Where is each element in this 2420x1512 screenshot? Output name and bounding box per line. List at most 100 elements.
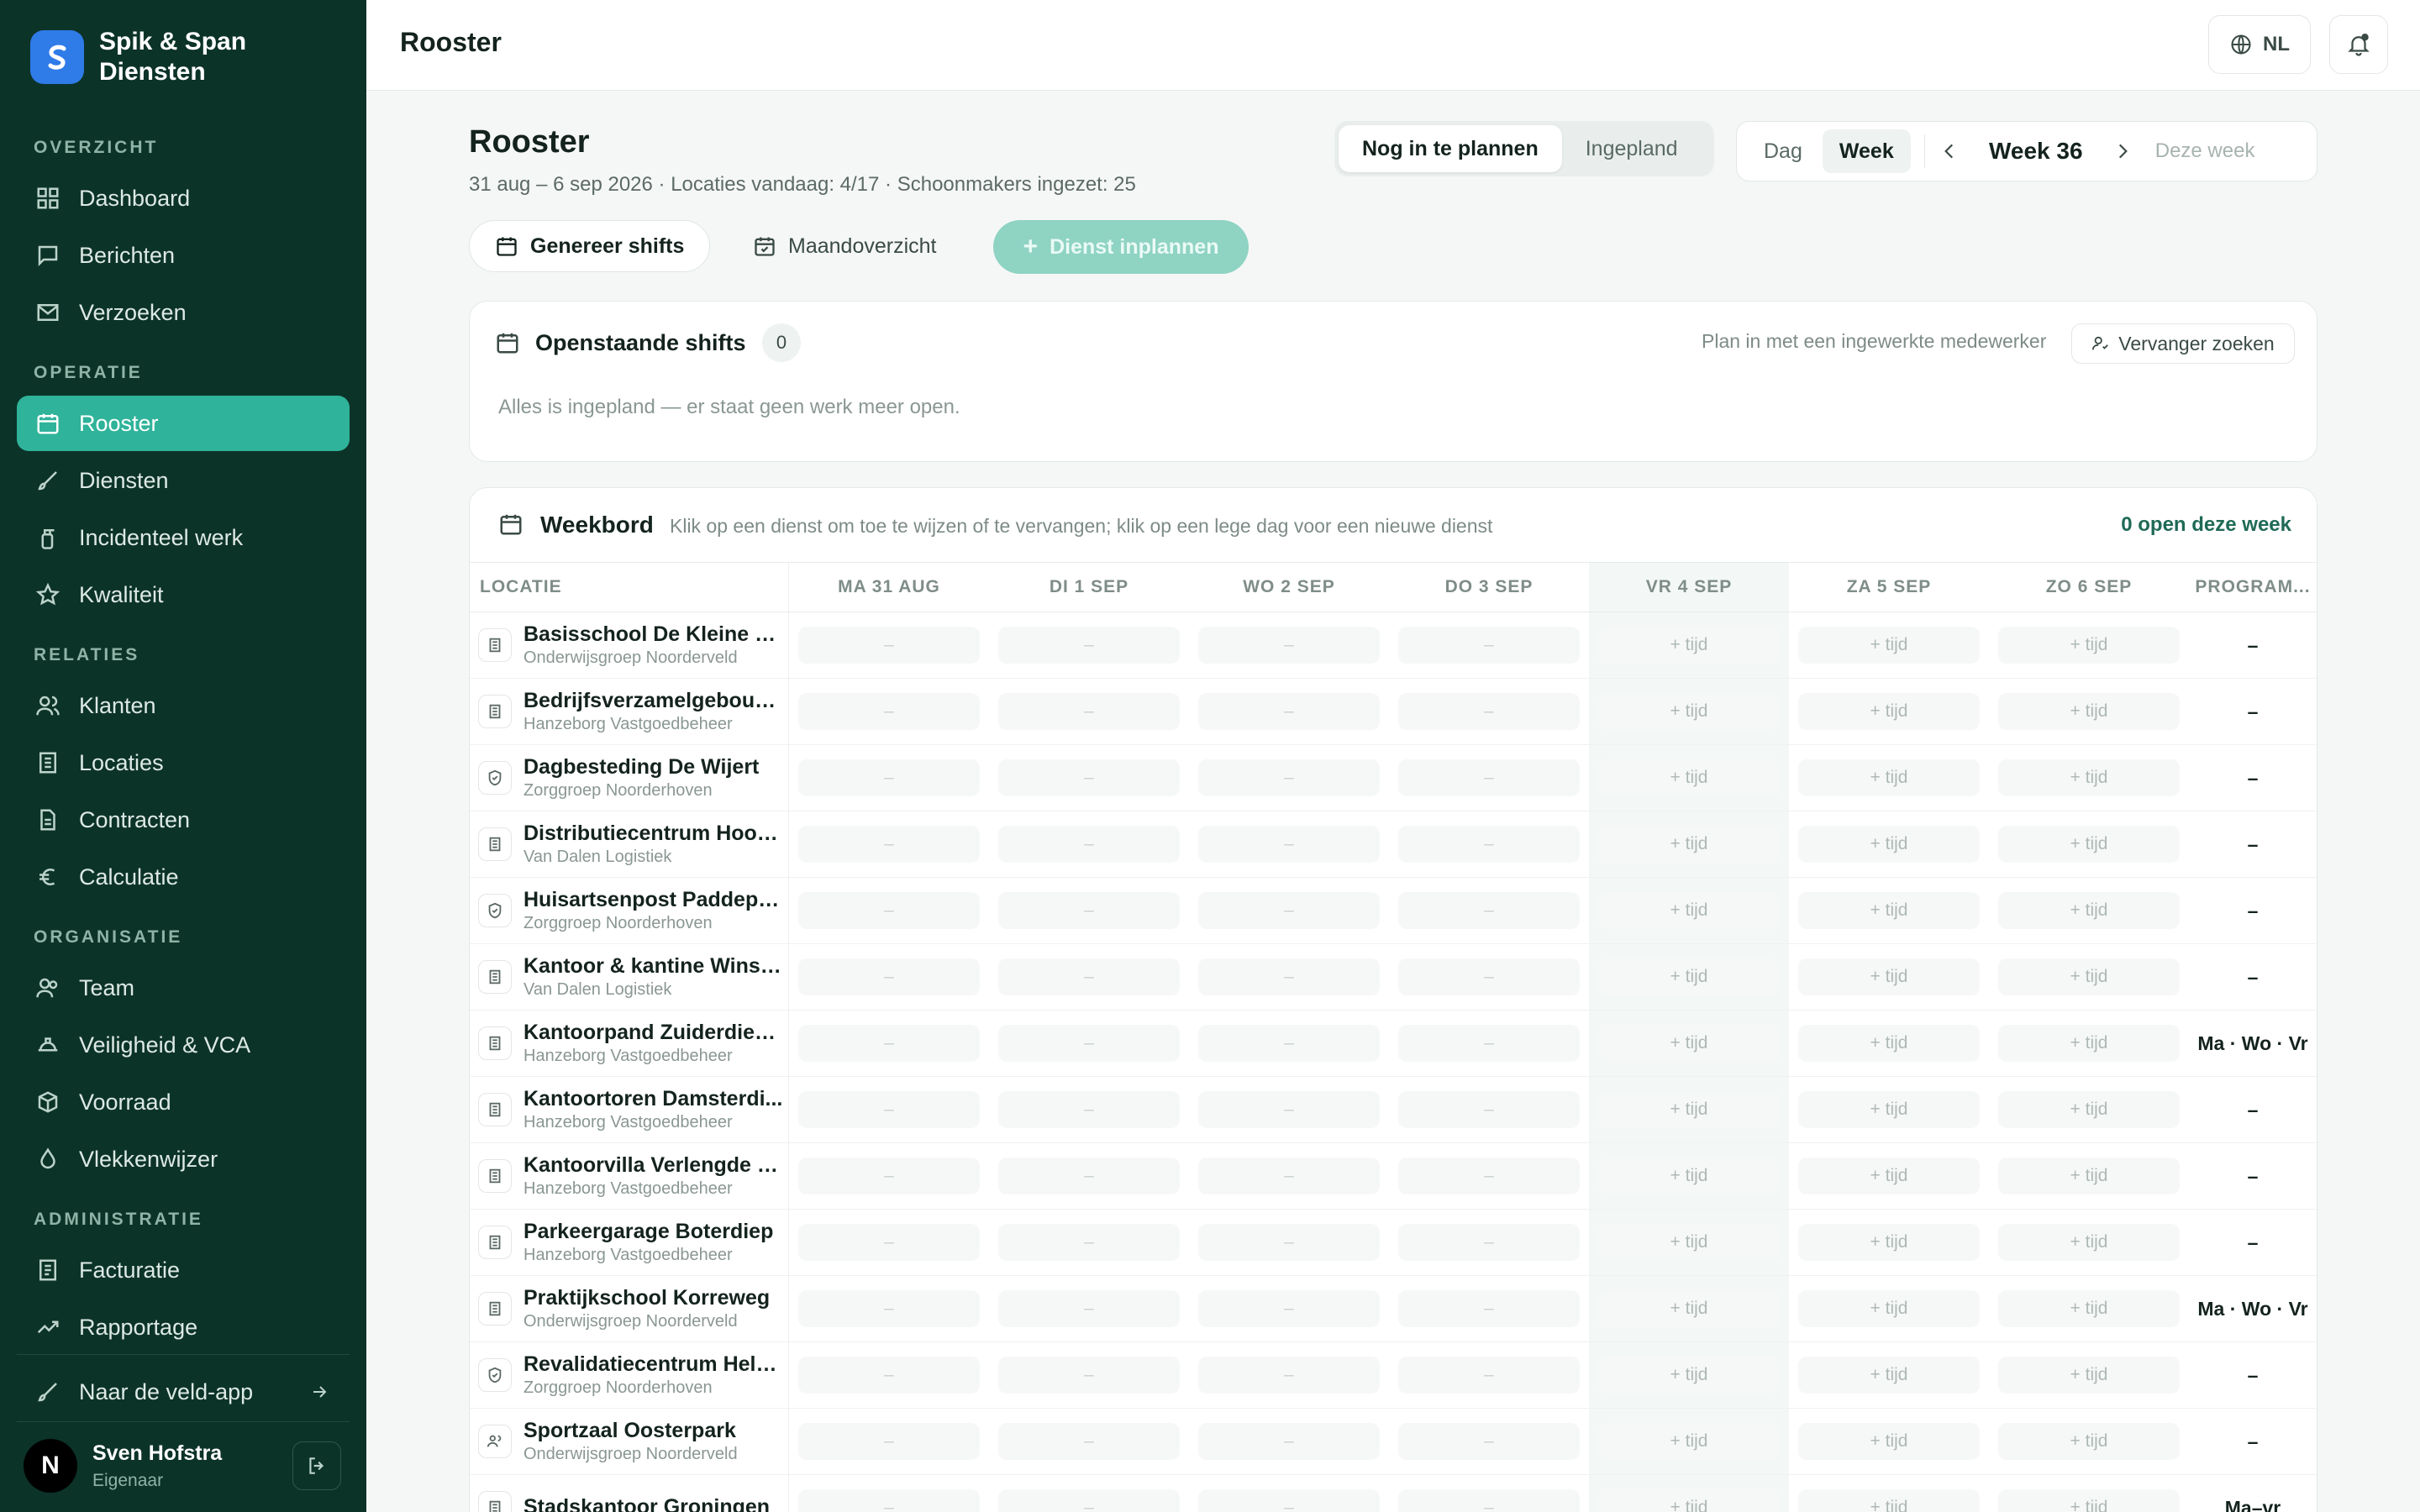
add-time-button[interactable]: + tijd bbox=[1998, 892, 2180, 929]
location-cell[interactable]: Praktijkschool Korreweg Onderwijsgroep No… bbox=[470, 1276, 789, 1341]
add-time-button[interactable]: + tijd bbox=[1798, 1158, 1980, 1194]
day-cell[interactable]: – bbox=[1189, 1342, 1389, 1408]
location-cell[interactable]: Kantoortoren Damsterdi... Hanzeborg Vastg… bbox=[470, 1077, 789, 1142]
chevron-left-icon[interactable] bbox=[1939, 140, 1960, 162]
day-cell[interactable]: – bbox=[1389, 878, 1589, 943]
day-cell[interactable]: – bbox=[989, 1210, 1189, 1275]
generate-shifts-button[interactable]: Genereer shifts bbox=[469, 220, 711, 272]
day-cell[interactable]: + tijd bbox=[1989, 1342, 2189, 1408]
view-day-button[interactable]: Dag bbox=[1744, 129, 1823, 173]
add-time-button[interactable]: + tijd bbox=[1598, 1224, 1780, 1261]
add-time-button[interactable]: + tijd bbox=[1598, 892, 1780, 929]
add-time-button[interactable]: + tijd bbox=[1998, 1158, 2180, 1194]
day-cell[interactable]: – bbox=[989, 1011, 1189, 1076]
add-time-button[interactable]: + tijd bbox=[1598, 1357, 1780, 1394]
day-cell[interactable]: + tijd bbox=[1589, 1210, 1789, 1275]
view-week-button[interactable]: Week bbox=[1822, 129, 1911, 173]
sidebar-item-incidenteel-werk[interactable]: Incidenteel werk bbox=[17, 510, 350, 565]
brand[interactable]: Spik & Span Diensten bbox=[30, 27, 246, 87]
add-time-button[interactable]: + tijd bbox=[1798, 1489, 1980, 1512]
tab-nog-in-te-plannen[interactable]: Nog in te plannen bbox=[1339, 125, 1562, 172]
day-cell[interactable]: – bbox=[1189, 745, 1389, 811]
day-cell[interactable]: – bbox=[789, 1210, 989, 1275]
day-cell[interactable]: + tijd bbox=[1989, 944, 2189, 1010]
day-cell[interactable]: – bbox=[1389, 1077, 1589, 1142]
day-cell[interactable]: – bbox=[789, 1276, 989, 1341]
day-cell[interactable]: + tijd bbox=[1589, 944, 1789, 1010]
add-time-button[interactable]: + tijd bbox=[1998, 627, 2180, 664]
add-time-button[interactable]: + tijd bbox=[1798, 759, 1980, 796]
day-cell[interactable]: – bbox=[989, 1143, 1189, 1209]
day-cell[interactable]: + tijd bbox=[1589, 1143, 1789, 1209]
day-cell[interactable]: – bbox=[1389, 612, 1589, 678]
day-cell[interactable]: + tijd bbox=[1789, 679, 1989, 744]
day-cell[interactable]: – bbox=[1189, 1011, 1389, 1076]
sidebar-item-dashboard[interactable]: Dashboard bbox=[17, 171, 350, 226]
add-time-button[interactable]: + tijd bbox=[1598, 1290, 1780, 1327]
day-cell[interactable]: + tijd bbox=[1989, 811, 2189, 877]
day-cell[interactable]: + tijd bbox=[1989, 1409, 2189, 1474]
day-cell[interactable]: + tijd bbox=[1989, 1143, 2189, 1209]
day-cell[interactable]: – bbox=[1389, 1276, 1589, 1341]
add-time-button[interactable]: + tijd bbox=[1798, 627, 1980, 664]
add-time-button[interactable]: + tijd bbox=[1798, 693, 1980, 730]
day-cell[interactable]: – bbox=[789, 1342, 989, 1408]
day-cell[interactable]: + tijd bbox=[1989, 1276, 2189, 1341]
day-cell[interactable]: + tijd bbox=[1589, 878, 1789, 943]
day-cell[interactable]: – bbox=[989, 1077, 1189, 1142]
day-cell[interactable]: – bbox=[1389, 1475, 1589, 1512]
sidebar-item-klanten[interactable]: Klanten bbox=[17, 678, 350, 733]
add-time-button[interactable]: + tijd bbox=[1998, 958, 2180, 995]
day-cell[interactable]: – bbox=[789, 944, 989, 1010]
add-time-button[interactable]: + tijd bbox=[1998, 826, 2180, 863]
day-cell[interactable]: – bbox=[989, 878, 1189, 943]
add-time-button[interactable]: + tijd bbox=[1998, 1489, 2180, 1512]
add-time-button[interactable]: + tijd bbox=[1798, 1290, 1980, 1327]
day-cell[interactable]: + tijd bbox=[1789, 1342, 1989, 1408]
day-cell[interactable]: – bbox=[789, 878, 989, 943]
day-cell[interactable]: – bbox=[789, 1077, 989, 1142]
sidebar-item-rooster[interactable]: Rooster bbox=[17, 396, 350, 451]
add-time-button[interactable]: + tijd bbox=[1998, 693, 2180, 730]
add-time-button[interactable]: + tijd bbox=[1998, 1290, 2180, 1327]
day-cell[interactable]: + tijd bbox=[1789, 1475, 1989, 1512]
day-cell[interactable]: – bbox=[789, 1409, 989, 1474]
day-cell[interactable]: – bbox=[989, 944, 1189, 1010]
day-cell[interactable]: – bbox=[1189, 1143, 1389, 1209]
add-time-button[interactable]: + tijd bbox=[1598, 693, 1780, 730]
day-cell[interactable]: + tijd bbox=[1989, 679, 2189, 744]
sidebar-item-kwaliteit[interactable]: Kwaliteit bbox=[17, 567, 350, 622]
day-cell[interactable]: – bbox=[989, 679, 1189, 744]
day-cell[interactable]: – bbox=[789, 1143, 989, 1209]
day-cell[interactable]: + tijd bbox=[1589, 811, 1789, 877]
add-time-button[interactable]: + tijd bbox=[1598, 1158, 1780, 1194]
day-cell[interactable]: + tijd bbox=[1989, 878, 2189, 943]
day-cell[interactable]: + tijd bbox=[1589, 1276, 1789, 1341]
add-time-button[interactable]: + tijd bbox=[1598, 759, 1780, 796]
sidebar-item-verzoeken[interactable]: Verzoeken bbox=[17, 285, 350, 340]
add-time-button[interactable]: + tijd bbox=[1598, 1025, 1780, 1062]
day-cell[interactable]: – bbox=[1189, 878, 1389, 943]
day-cell[interactable]: + tijd bbox=[1989, 1011, 2189, 1076]
day-cell[interactable]: – bbox=[789, 1475, 989, 1512]
add-time-button[interactable]: + tijd bbox=[1798, 958, 1980, 995]
location-cell[interactable]: Parkeergarage Boterdiep Hanzeborg Vastgoe… bbox=[470, 1210, 789, 1275]
find-replacement-button[interactable]: Vervanger zoeken bbox=[2071, 323, 2295, 364]
add-time-button[interactable]: + tijd bbox=[1798, 1091, 1980, 1128]
sidebar-item-diensten[interactable]: Diensten bbox=[17, 453, 350, 508]
day-cell[interactable]: + tijd bbox=[1789, 811, 1989, 877]
sidebar-item-voorraad[interactable]: Voorraad bbox=[17, 1074, 350, 1130]
add-time-button[interactable]: + tijd bbox=[1798, 1357, 1980, 1394]
add-time-button[interactable]: + tijd bbox=[1598, 1091, 1780, 1128]
day-cell[interactable]: – bbox=[989, 1409, 1189, 1474]
location-cell[interactable]: Sportzaal Oosterpark Onderwijsgroep Noord… bbox=[470, 1409, 789, 1474]
day-cell[interactable]: + tijd bbox=[1589, 612, 1789, 678]
add-time-button[interactable]: + tijd bbox=[1598, 1489, 1780, 1512]
day-cell[interactable]: – bbox=[789, 612, 989, 678]
add-time-button[interactable]: + tijd bbox=[1798, 1423, 1980, 1460]
day-cell[interactable]: + tijd bbox=[1789, 1276, 1989, 1341]
day-cell[interactable]: – bbox=[1389, 745, 1589, 811]
day-cell[interactable]: – bbox=[1389, 1210, 1589, 1275]
day-cell[interactable]: – bbox=[989, 745, 1189, 811]
day-cell[interactable]: + tijd bbox=[1989, 745, 2189, 811]
